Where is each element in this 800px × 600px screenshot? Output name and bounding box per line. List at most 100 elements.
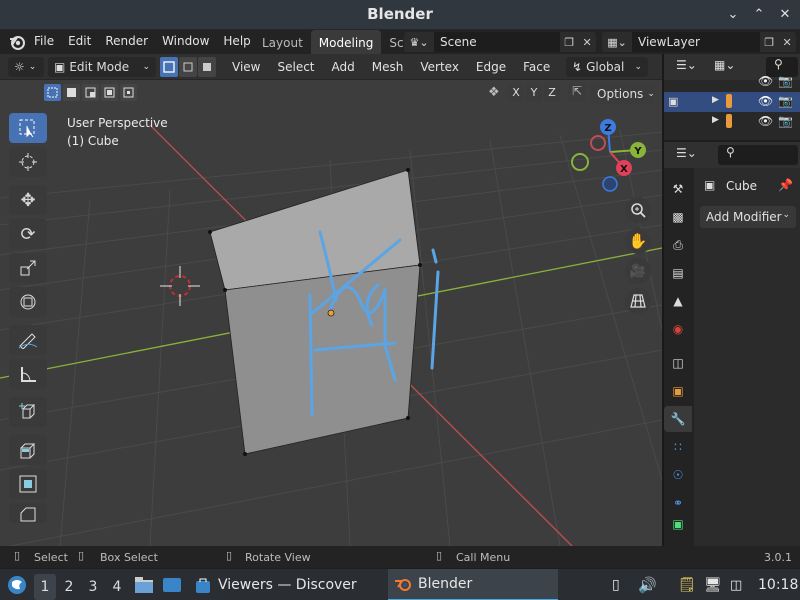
render-tab[interactable]: ▩ xyxy=(664,204,692,230)
menu-file[interactable]: File xyxy=(34,34,54,48)
outliner-row-cube[interactable]: ▣ ▶ 👁 📷 xyxy=(664,92,800,112)
rotate-tool[interactable]: ⟳ xyxy=(9,219,47,249)
display-button[interactable]: 🖥 xyxy=(704,569,722,600)
close-button[interactable]: ✕ xyxy=(778,7,792,22)
mirror-y-toggle[interactable]: Y xyxy=(526,84,542,102)
menu-vertex[interactable]: Vertex xyxy=(420,60,459,74)
collection-tab[interactable]: ◫ xyxy=(664,350,692,376)
view-layer-tab[interactable]: ▤ xyxy=(664,260,692,286)
edge-select-button[interactable] xyxy=(179,57,197,77)
mirror-z-toggle[interactable]: Z xyxy=(544,84,560,102)
inset-faces-tool[interactable] xyxy=(9,469,47,499)
remove-scene-icon[interactable]: ✕ xyxy=(583,36,592,49)
menu-select[interactable]: Select xyxy=(277,60,314,74)
visibility-eye-icon[interactable]: 👁 xyxy=(758,94,773,108)
mode-dropdown[interactable]: ▣ Edit Mode ⌄ xyxy=(48,57,156,77)
file-manager-button[interactable] xyxy=(134,569,154,600)
desktop-3-button[interactable]: 3 xyxy=(82,574,104,600)
add-modifier-button[interactable]: Add Modifier ⌄ xyxy=(700,206,796,228)
maximize-button[interactable]: ⌃ xyxy=(752,7,766,22)
remove-view-layer-icon[interactable]: ✕ xyxy=(783,36,792,49)
toggle-perspective-button[interactable] xyxy=(625,288,651,314)
blender-logo-icon[interactable] xyxy=(8,33,26,51)
menu-edit[interactable]: Edit xyxy=(68,34,91,48)
select-box-tool[interactable] xyxy=(9,113,47,143)
menu-view[interactable]: View xyxy=(232,60,260,74)
app-launcher-button[interactable] xyxy=(6,569,28,600)
search-icon[interactable]: ⚲ xyxy=(718,145,798,165)
expand-arrow-icon[interactable]: ▶ xyxy=(712,115,719,125)
annotate-tool[interactable] xyxy=(9,325,47,355)
notes-button[interactable]: 🗒 xyxy=(678,569,696,600)
select-extend-button[interactable] xyxy=(63,84,80,101)
select-subtract-button[interactable] xyxy=(82,84,99,101)
menu-face[interactable]: Face xyxy=(523,60,550,74)
visibility-eye-icon[interactable]: 👁 xyxy=(758,114,773,128)
task-discover[interactable]: Viewers — Discover xyxy=(194,569,357,600)
tab-modeling[interactable]: Modeling xyxy=(310,30,382,54)
transform-orientation-dropdown[interactable]: ↯ Global ⌄ xyxy=(566,57,648,77)
desktop-4-button[interactable]: 4 xyxy=(106,574,128,600)
camera-render-icon[interactable]: 📷 xyxy=(778,94,793,108)
zoom-view-button[interactable] xyxy=(625,197,651,223)
transform-tool[interactable] xyxy=(9,287,47,317)
constraints-tab[interactable]: ⚭ xyxy=(664,490,692,516)
menu-window[interactable]: Window xyxy=(162,34,209,48)
bevel-tool[interactable] xyxy=(9,503,47,523)
scene-tab[interactable]: ▲ xyxy=(664,288,692,314)
mirror-x-toggle[interactable]: X xyxy=(508,84,524,102)
visibility-eye-icon[interactable]: 👁 xyxy=(758,74,773,88)
task-blender[interactable]: Blender xyxy=(388,569,558,600)
output-tab[interactable]: ⎙ xyxy=(664,232,692,258)
add-cube-tool[interactable] xyxy=(9,397,47,427)
move-tool[interactable]: ✥ xyxy=(9,185,47,215)
cursor-tool[interactable] xyxy=(9,147,47,177)
outliner-row-light[interactable]: ▶ 👁 📷 xyxy=(664,112,800,132)
scene-selector[interactable]: ♛⌄ Scene ❐ ✕ xyxy=(404,32,596,52)
editor-type-button[interactable]: ☼ ⌄ xyxy=(8,57,44,77)
view-layer-name-field[interactable]: ViewLayer xyxy=(632,32,760,52)
menu-mesh[interactable]: Mesh xyxy=(372,60,404,74)
network-button[interactable]: ◫ xyxy=(730,569,742,600)
view-layer-selector[interactable]: ▦⌄ ViewLayer ❐ ✕ xyxy=(602,32,796,52)
options-dropdown[interactable]: Options ⌄ xyxy=(591,84,655,104)
extrude-tool[interactable] xyxy=(9,435,47,465)
face-select-button[interactable] xyxy=(198,57,216,77)
modifier-tab[interactable]: 🔧 xyxy=(664,406,692,432)
pan-view-button[interactable]: ✋ xyxy=(625,228,651,254)
tool-tab[interactable]: ⚒ xyxy=(664,176,692,202)
camera-render-icon[interactable]: 📷 xyxy=(778,114,793,128)
physics-tab[interactable]: ☉ xyxy=(664,462,692,488)
minimize-button[interactable]: ⌄ xyxy=(726,7,740,22)
measure-tool[interactable] xyxy=(9,359,47,389)
select-intersect-button[interactable] xyxy=(120,84,137,101)
select-new-button[interactable] xyxy=(44,84,61,101)
menu-add[interactable]: Add xyxy=(332,60,355,74)
world-tab[interactable]: ◉ xyxy=(664,316,692,342)
desktop-1-button[interactable]: 1 xyxy=(34,573,56,600)
desktop-2-button[interactable]: 2 xyxy=(58,574,80,600)
vertex-select-button[interactable] xyxy=(160,57,178,77)
expand-arrow-icon[interactable]: ▶ xyxy=(712,95,719,105)
scale-tool[interactable] xyxy=(9,253,47,283)
menu-help[interactable]: Help xyxy=(223,34,250,48)
menu-edge[interactable]: Edge xyxy=(476,60,506,74)
copy-view-layer-icon[interactable]: ❐ xyxy=(764,36,774,49)
clock[interactable]: 10:18 xyxy=(758,569,798,600)
properties-editor-icon[interactable]: ☰⌄ xyxy=(676,146,697,160)
copy-scene-icon[interactable]: ❐ xyxy=(564,36,574,49)
scene-name-field[interactable]: Scene xyxy=(434,32,560,52)
menu-render[interactable]: Render xyxy=(105,34,148,48)
outliner-editor-icon[interactable]: ☰⌄ xyxy=(676,58,697,72)
volume-button[interactable]: 🔊 xyxy=(638,569,657,600)
camera-render-icon[interactable]: 📷 xyxy=(778,74,793,88)
outliner-row[interactable]: 👁 📷 xyxy=(664,74,800,92)
display-mode-icon[interactable]: ▦⌄ xyxy=(714,58,735,72)
window-switcher-button[interactable] xyxy=(162,569,182,600)
pin-icon[interactable]: 📌 xyxy=(778,178,793,192)
particles-tab[interactable]: ∷ xyxy=(664,434,692,460)
select-invert-button[interactable] xyxy=(101,84,118,101)
clipboard-button[interactable]: ▯ xyxy=(612,569,620,600)
data-tab[interactable]: ▣ xyxy=(664,518,692,530)
camera-view-button[interactable]: 🎥 xyxy=(625,258,651,284)
